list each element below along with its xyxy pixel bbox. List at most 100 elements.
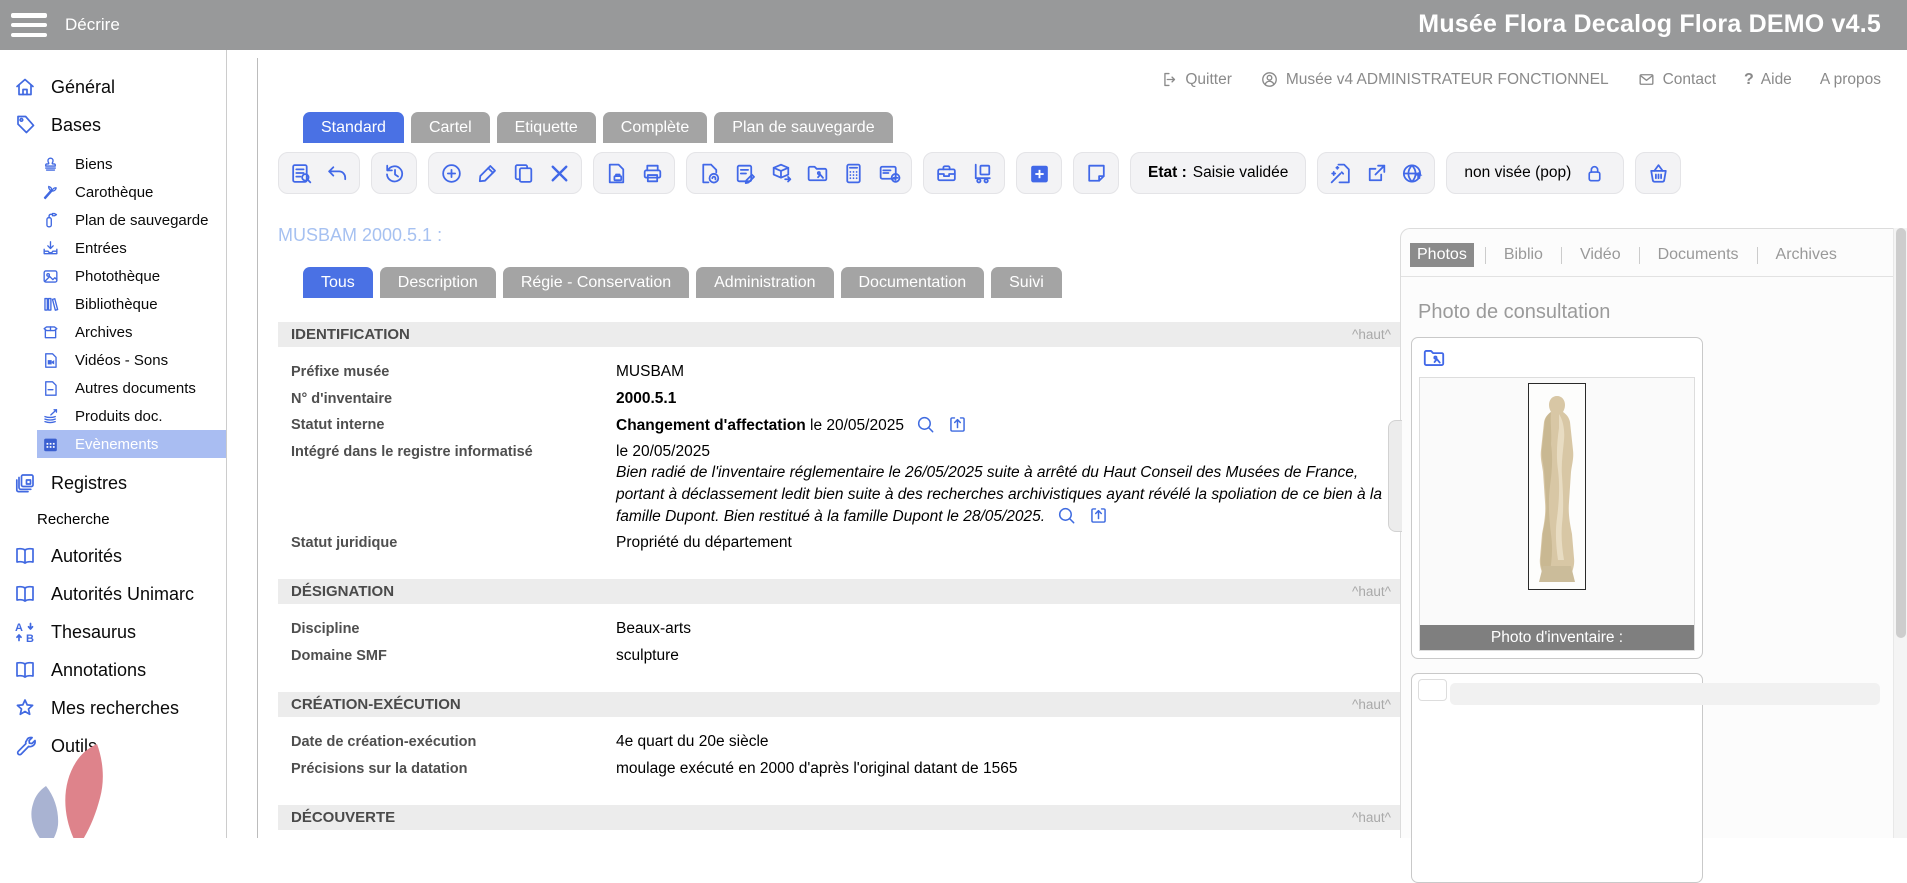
aide-link[interactable]: ? Aide [1744,71,1792,89]
folder-media-button[interactable] [800,156,834,190]
sidebar-item-phototheque[interactable]: Photothèque [0,262,226,290]
back-to-top-link[interactable]: ^haut^ [1352,697,1391,712]
sidebar-item-produits-doc[interactable]: Produits doc. [0,402,226,430]
duplicate-record-button[interactable] [506,156,540,190]
form-edit-icon [733,161,758,186]
tab-administration[interactable]: Administration [696,267,833,298]
history-button[interactable] [377,156,411,190]
back-to-top-link[interactable]: ^haut^ [1352,810,1391,825]
apropos-link[interactable]: A propos [1820,71,1881,89]
list-search-icon [289,161,314,186]
tab-cartel[interactable]: Cartel [411,112,490,143]
folder-media-icon[interactable] [1421,345,1447,371]
print-record-button[interactable] [599,156,633,190]
section-header-identification: IDENTIFICATION ^haut^ [278,322,1403,347]
package-export-button[interactable] [764,156,798,190]
field-row: Date de création-exécution 4e quart du 2… [291,731,1403,754]
tab-documents[interactable]: Documents [1651,243,1746,267]
attach-file-button[interactable] [692,156,726,190]
contact-link[interactable]: Contact [1637,70,1716,89]
list-search-button[interactable] [284,156,318,190]
globe-publish-button[interactable] [1395,156,1429,190]
note-button[interactable] [1079,156,1113,190]
delete-record-button[interactable] [542,156,576,190]
star-icon [13,696,37,720]
open-record-icon[interactable] [1088,505,1109,526]
field-note: Bien radié de l'inventaire réglementaire… [616,462,1396,528]
sidebar-item-mes-recherches[interactable]: Mes recherches [0,689,226,727]
quitter-link[interactable]: Quitter [1159,70,1232,89]
sidebar-item-thesaurus[interactable]: Thesaurus [0,613,226,651]
field-row: Intégré dans le registre informatisé le … [291,441,1403,528]
add-circle-icon [439,161,464,186]
trolley-button[interactable] [965,156,999,190]
sidebar-item-entrees[interactable]: Entrées [0,234,226,262]
exit-icon [1159,70,1178,89]
sidebar-item-autorites-unimarc[interactable]: Autorités Unimarc [0,575,226,613]
sidebar: Général Bases Biens Carothèque Plan de s… [0,50,227,838]
toolbox-button[interactable] [929,156,963,190]
tab-plan-de-sauvegarde[interactable]: Plan de sauvegarde [714,112,892,143]
tab-etiquette[interactable]: Etiquette [497,112,596,143]
sidebar-item-bases[interactable]: Bases [0,106,226,144]
field-label: Statut juridique [291,532,616,555]
photo-icon [41,267,60,286]
lock-icon[interactable] [1583,162,1606,185]
sidebar-item-evenements[interactable]: Evènements [37,430,226,458]
back-to-top-link[interactable]: ^haut^ [1352,327,1391,342]
printer-icon [640,161,665,186]
media-drawer: Photos Biblio Vidéo Documents Archives P… [1400,228,1894,838]
calculator-button[interactable] [836,156,870,190]
drawer-drag-handle[interactable] [1388,420,1402,532]
toolbar-group-navigation [278,152,360,194]
sidebar-item-plan-sauvegarde[interactable]: Plan de sauvegarde [0,206,226,234]
sidebar-item-biens[interactable]: Biens [0,150,226,178]
sidebar-item-archives[interactable]: Archives [0,318,226,346]
printer-button[interactable] [635,156,669,190]
sidebar-item-annotations[interactable]: Annotations [0,651,226,689]
form-edit-button[interactable] [728,156,762,190]
back-to-top-link[interactable]: ^haut^ [1352,584,1391,599]
sidebar-item-label: Outils [51,736,97,757]
hamburger-menu-icon[interactable] [11,13,47,37]
basket-button[interactable] [1641,156,1675,190]
sidebar-item-bibliotheque[interactable]: Bibliothèque [0,290,226,318]
sidebar-item-outils[interactable]: Outils [0,727,226,765]
back-button[interactable] [320,156,354,190]
field-label: Statut interne [291,414,616,437]
sculpture-photo[interactable] [1528,383,1586,590]
tab-biblio[interactable]: Biblio [1497,243,1550,267]
sidebar-item-registres[interactable]: Registres [0,464,226,502]
tab-regie-conservation[interactable]: Régie - Conservation [503,267,689,298]
tab-standard[interactable]: Standard [303,112,404,143]
magic-document-button[interactable] [1323,156,1357,190]
tab-documentation[interactable]: Documentation [841,267,985,298]
sidebar-item-carotheque[interactable]: Carothèque [0,178,226,206]
tab-complete[interactable]: Complète [603,112,707,143]
sidebar-item-label: Evènements [75,436,158,453]
sidebar-item-autres-documents[interactable]: Autres documents [0,374,226,402]
tab-tous[interactable]: Tous [303,267,373,298]
tab-description[interactable]: Description [380,267,496,298]
sidebar-item-autorites[interactable]: Autorités [0,537,226,575]
external-link-button[interactable] [1359,156,1393,190]
tab-archives[interactable]: Archives [1769,243,1844,267]
sidebar-item-videos-sons[interactable]: Vidéos - Sons [0,346,226,374]
card-add-button[interactable] [872,156,906,190]
add-record-button[interactable] [434,156,468,190]
toolbox-icon [934,161,959,186]
search-icon[interactable] [915,414,936,435]
open-record-icon[interactable] [947,414,968,435]
edit-record-button[interactable] [470,156,504,190]
user-account-link[interactable]: Musée v4 ADMINISTRATEUR FONCTIONNEL [1260,70,1609,89]
tab-suivi[interactable]: Suivi [991,267,1062,298]
field-value: Beaux-arts [616,618,691,641]
scrollbar-thumb[interactable] [1896,228,1906,638]
sidebar-item-general[interactable]: Général [0,68,226,106]
tab-video[interactable]: Vidéo [1573,243,1628,267]
calendar-add-button[interactable] [1022,156,1056,190]
sidebar-item-recherche[interactable]: Recherche [0,502,226,537]
vertical-scrollbar[interactable] [1893,228,1907,838]
search-icon[interactable] [1056,505,1077,526]
tab-photos[interactable]: Photos [1410,243,1474,267]
